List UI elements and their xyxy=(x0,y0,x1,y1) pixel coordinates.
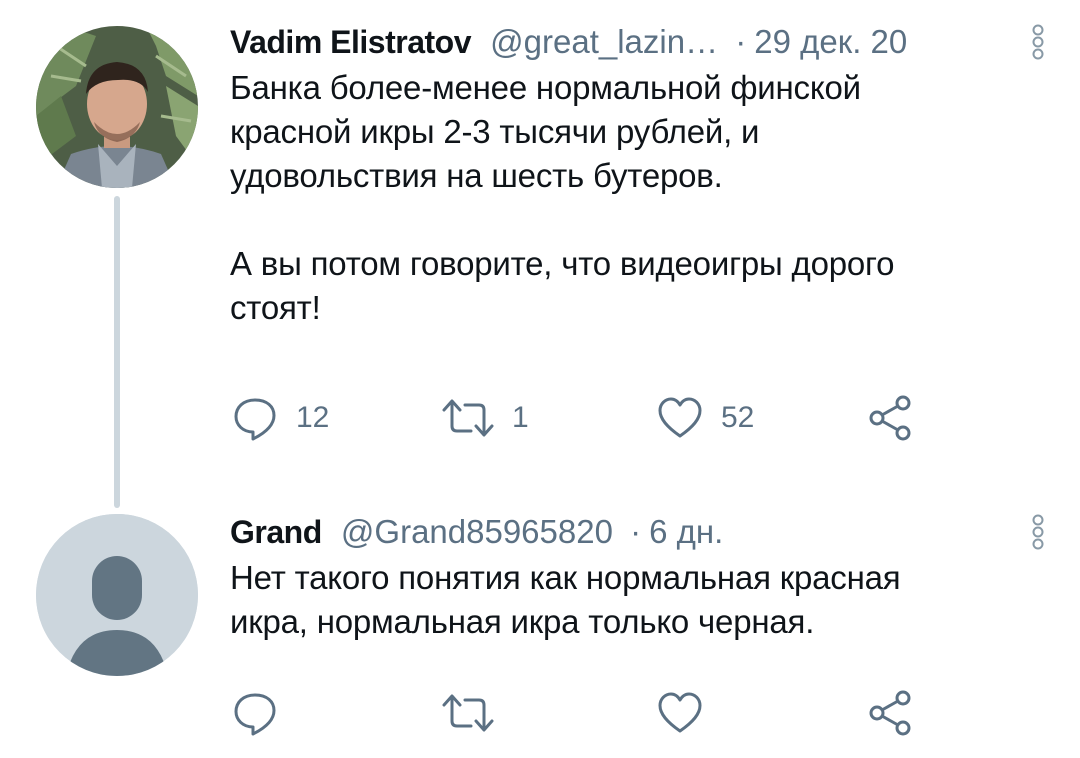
thread-connector-line xyxy=(114,196,120,508)
retweet-count: 1 xyxy=(512,401,529,434)
avatar[interactable] xyxy=(36,514,198,676)
user-photo-avatar-icon xyxy=(36,26,198,188)
like-icon xyxy=(658,692,702,733)
retweet-button[interactable]: 1 xyxy=(440,388,529,448)
author-handle[interactable]: @great_lazin… xyxy=(490,23,718,60)
tweet-content: Vadim Elistratov @great_lazin… · 29 дек. … xyxy=(230,22,1044,330)
retweet-icon xyxy=(442,694,494,732)
share-icon xyxy=(869,395,911,441)
share-icon xyxy=(869,690,911,736)
more-options-button[interactable] xyxy=(1026,512,1050,552)
tweet-actions xyxy=(230,683,930,743)
author-name[interactable]: Grand xyxy=(230,514,322,550)
reply-icon xyxy=(234,693,276,736)
like-button[interactable] xyxy=(655,683,721,743)
tweet-timestamp[interactable]: 6 дн. xyxy=(649,513,723,550)
tweet[interactable]: Vadim Elistratov @great_lazin… · 29 дек. … xyxy=(0,0,1080,508)
retweet-button[interactable] xyxy=(440,683,512,743)
reply-button[interactable] xyxy=(230,683,296,743)
tweet-actions: 12 1 52 xyxy=(230,388,930,448)
tweet-header: Grand @Grand85965820 · 6 дн. xyxy=(230,512,1044,552)
more-options-icon xyxy=(1032,514,1044,550)
tweet[interactable]: Grand @Grand85965820 · 6 дн. Нет такого п… xyxy=(0,500,1080,758)
author-name[interactable]: Vadim Elistratov xyxy=(230,24,471,60)
tweet-text: Нет такого понятия как нормальная красна… xyxy=(230,559,901,640)
reply-icon xyxy=(234,398,276,441)
like-button[interactable]: 52 xyxy=(655,388,754,448)
retweet-icon xyxy=(442,399,494,437)
tweet-header: Vadim Elistratov @great_lazin… · 29 дек. … xyxy=(230,22,1044,62)
avatar[interactable] xyxy=(36,26,198,188)
more-options-button[interactable] xyxy=(1026,22,1050,62)
like-count: 52 xyxy=(721,401,755,434)
share-button[interactable] xyxy=(865,683,915,743)
author-handle[interactable]: @Grand85965820 xyxy=(341,513,613,550)
default-user-avatar-icon xyxy=(36,514,198,676)
separator-dot: · xyxy=(735,23,747,60)
tweet-content: Grand @Grand85965820 · 6 дн. Нет такого п… xyxy=(230,512,1044,644)
share-button[interactable] xyxy=(865,388,915,448)
reply-count: 12 xyxy=(296,401,330,434)
tweet-text: Банка более-менее нормальной финской кра… xyxy=(230,69,895,326)
more-options-icon xyxy=(1032,24,1044,60)
tweet-timestamp[interactable]: 29 дек. 20 xyxy=(754,23,907,60)
like-icon xyxy=(658,397,702,438)
reply-button[interactable]: 12 xyxy=(230,388,329,448)
separator-dot: · xyxy=(630,513,642,550)
